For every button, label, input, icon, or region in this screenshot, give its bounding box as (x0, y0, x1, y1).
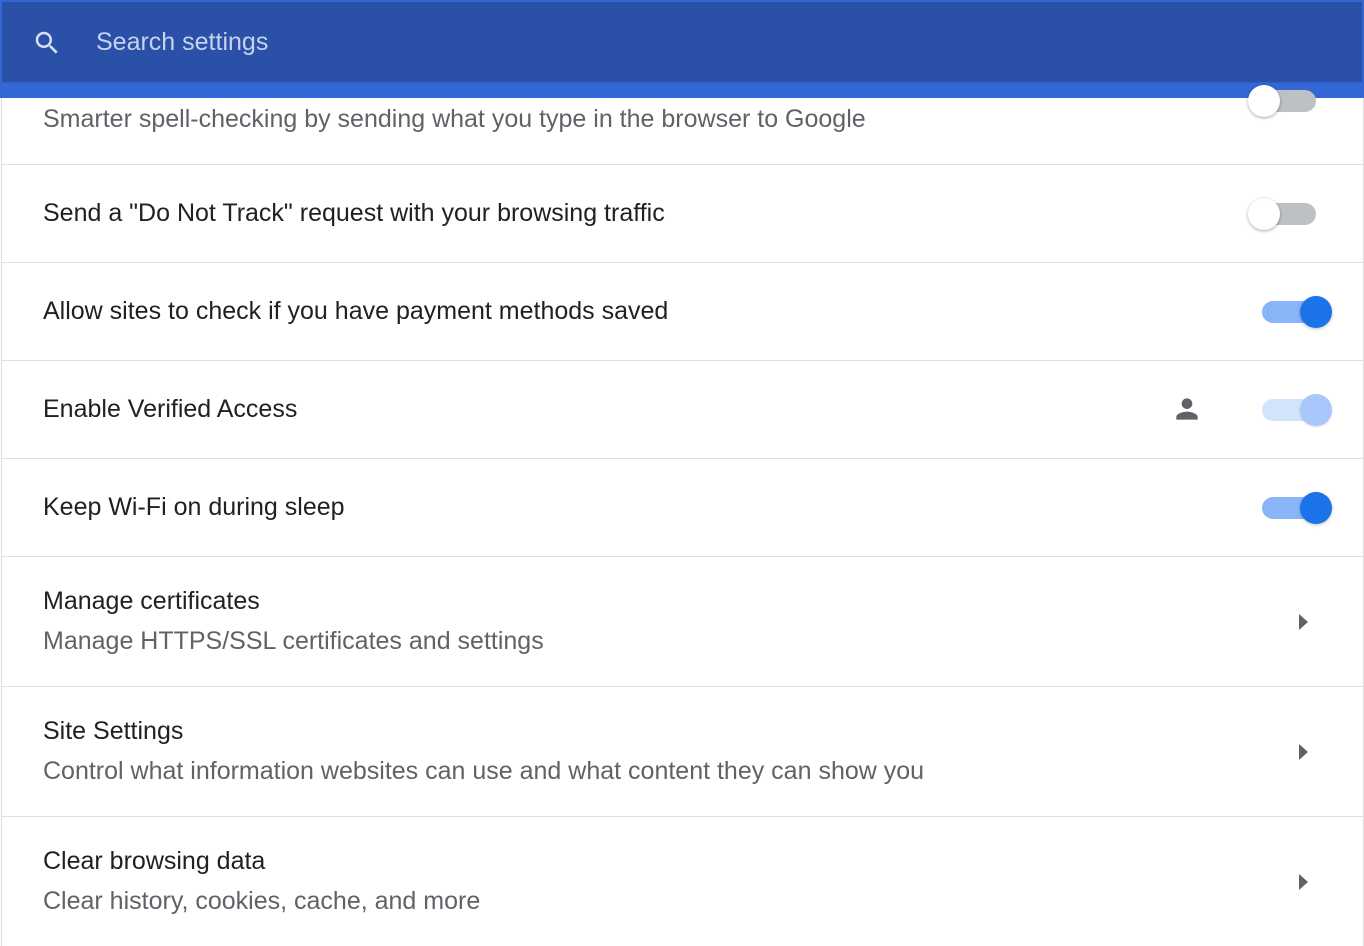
site-settings-row[interactable]: Site Settings Control what information w… (2, 687, 1363, 817)
do-not-track-row[interactable]: Send a "Do Not Track" request with your … (2, 165, 1363, 263)
manage-certificates-title: Manage certificates (43, 587, 260, 615)
payment-methods-row[interactable]: Allow sites to check if you have payment… (2, 263, 1363, 361)
payment-methods-toggle[interactable] (1260, 295, 1332, 329)
do-not-track-label: Send a "Do Not Track" request with your … (43, 199, 665, 227)
verified-access-row: Enable Verified Access (2, 361, 1363, 459)
settings-card: Smarter spell-checking by sending what y… (1, 85, 1364, 946)
toggle-knob (1300, 492, 1332, 524)
toggle-knob (1300, 296, 1332, 328)
spellcheck-row[interactable]: Smarter spell-checking by sending what y… (2, 85, 1363, 165)
wifi-sleep-label: Keep Wi-Fi on during sleep (43, 493, 345, 521)
toggle-knob (1300, 394, 1332, 426)
spellcheck-toggle[interactable] (1248, 84, 1318, 118)
site-settings-title: Site Settings (43, 717, 184, 745)
manage-certificates-description: Manage HTTPS/SSL certificates and settin… (43, 627, 544, 655)
wifi-sleep-toggle[interactable] (1260, 491, 1332, 525)
search-input[interactable] (96, 22, 996, 62)
toggle-knob (1248, 85, 1280, 117)
chevron-right-icon[interactable] (1297, 742, 1311, 762)
site-settings-description: Control what information websites can us… (43, 757, 925, 785)
verified-access-toggle (1260, 393, 1332, 427)
spellcheck-description: Smarter spell-checking by sending what y… (43, 105, 866, 133)
person-icon[interactable] (1171, 393, 1203, 425)
wifi-sleep-row[interactable]: Keep Wi-Fi on during sleep (2, 459, 1363, 557)
do-not-track-toggle[interactable] (1248, 197, 1318, 231)
search-icon[interactable] (32, 28, 62, 58)
payment-methods-label: Allow sites to check if you have payment… (43, 297, 669, 325)
chevron-right-icon[interactable] (1297, 612, 1311, 632)
toggle-knob (1248, 198, 1280, 230)
clear-browsing-data-description: Clear history, cookies, cache, and more (43, 887, 481, 915)
verified-access-label: Enable Verified Access (43, 395, 298, 423)
clear-browsing-data-row[interactable]: Clear browsing data Clear history, cooki… (2, 817, 1363, 946)
search-bar (2, 2, 1362, 82)
manage-certificates-row[interactable]: Manage certificates Manage HTTPS/SSL cer… (2, 557, 1363, 687)
clear-browsing-data-title: Clear browsing data (43, 847, 266, 875)
chevron-right-icon[interactable] (1297, 872, 1311, 892)
settings-page: Smarter spell-checking by sending what y… (0, 0, 1364, 946)
